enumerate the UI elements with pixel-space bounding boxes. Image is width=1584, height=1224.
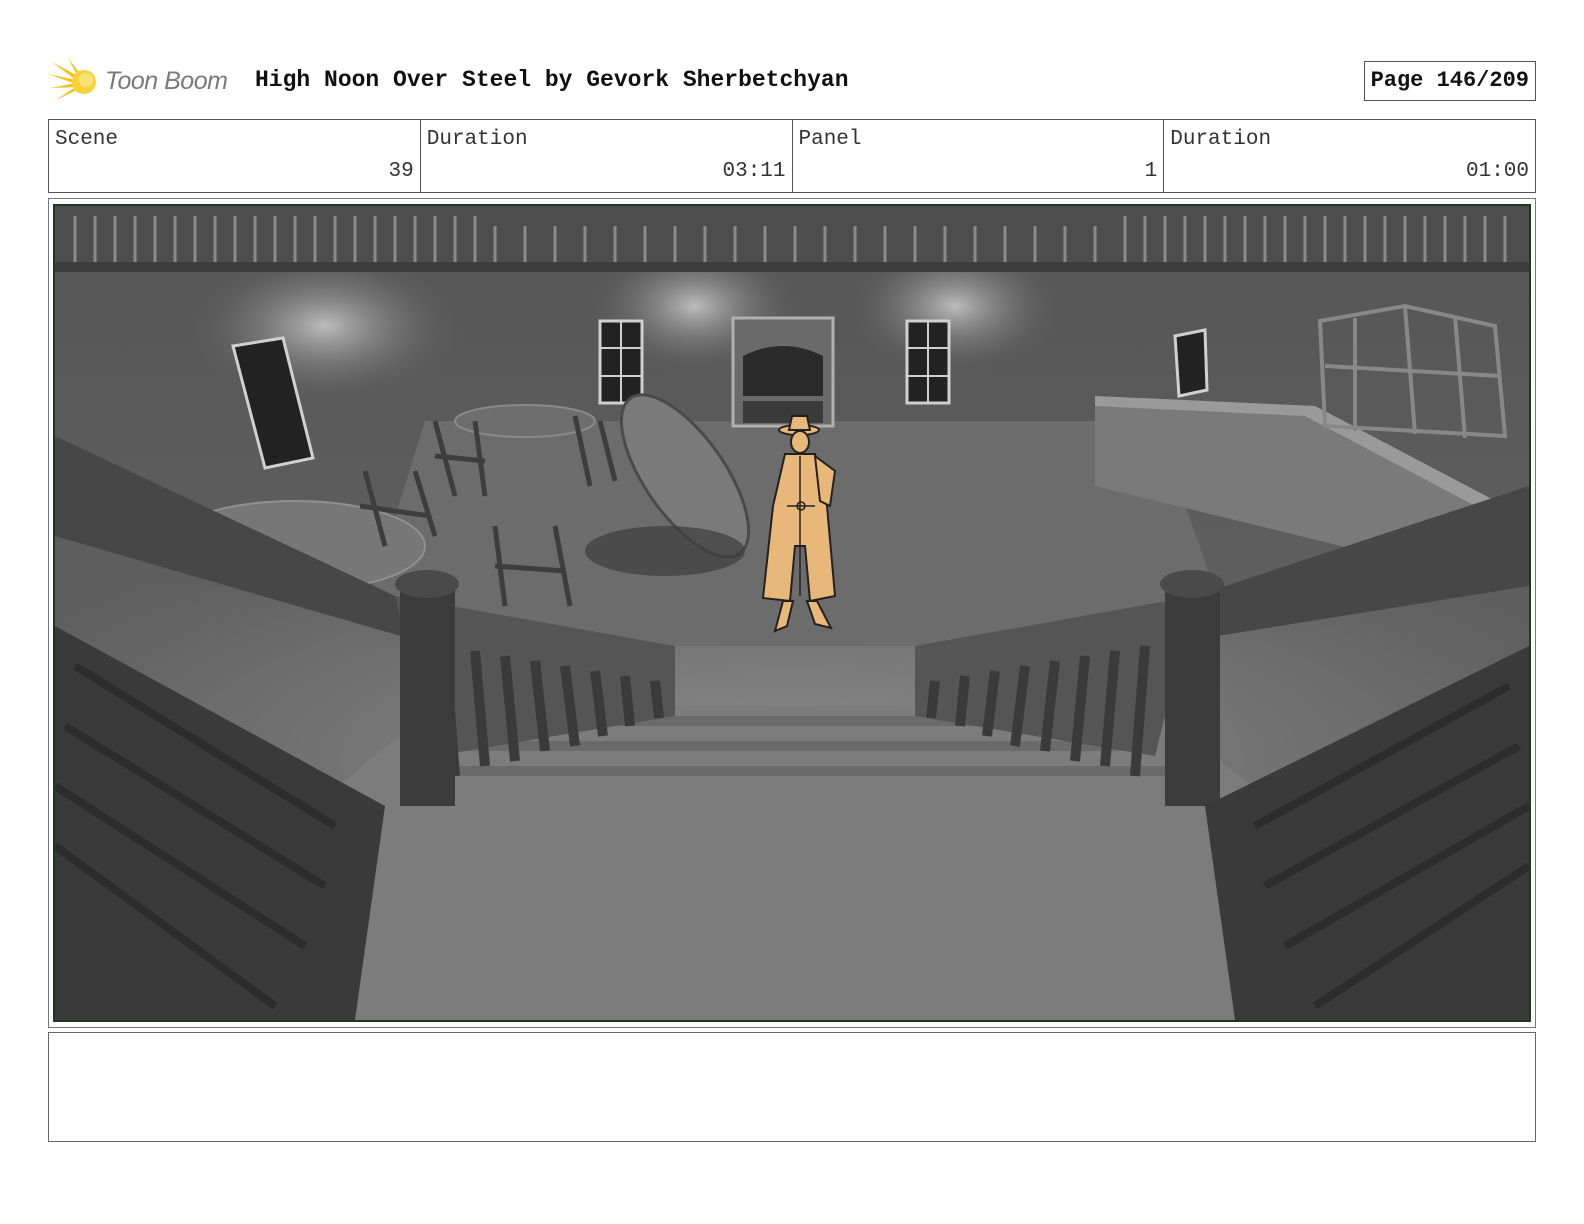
panel-value: 1 [1144, 160, 1158, 183]
storyboard-header: Toon Boom High Noon Over Steel by Gevork… [48, 54, 1536, 106]
panel-label: Panel [798, 128, 862, 151]
panel-frame [48, 198, 1536, 1028]
scene-label: Scene [55, 128, 119, 151]
document-title: High Noon Over Steel by Gevork Sherbetch… [255, 67, 849, 93]
logo-text: Toon Boom [105, 67, 228, 95]
panel-duration-value: 01:00 [1465, 160, 1529, 183]
panel-artwork [53, 204, 1531, 1022]
panel-duration-label: Duration [1170, 128, 1272, 151]
saloon-scene [55, 206, 1529, 1020]
scene-duration-label: Duration [426, 128, 528, 151]
scene-value: 39 [388, 160, 414, 183]
panel-duration-cell: Duration 01:00 [1164, 120, 1535, 192]
starburst-icon [48, 58, 96, 100]
page-indicator: Page 146/209 [1363, 61, 1536, 101]
window-right [1173, 328, 1209, 398]
scene-cell: Scene 39 [49, 120, 421, 192]
scene-duration-cell: Duration 03:11 [421, 120, 793, 192]
panel-notes-box [48, 1032, 1536, 1142]
toon-boom-logo: Toon Boom [48, 56, 248, 106]
newel-post-left [400, 586, 455, 806]
panel-cell: Panel 1 [793, 120, 1165, 192]
scene-info-table: Scene 39 Duration 03:11 Panel 1 Duration… [48, 119, 1536, 193]
newel-post-right [1165, 586, 1220, 806]
scene-duration-value: 03:11 [722, 160, 786, 183]
